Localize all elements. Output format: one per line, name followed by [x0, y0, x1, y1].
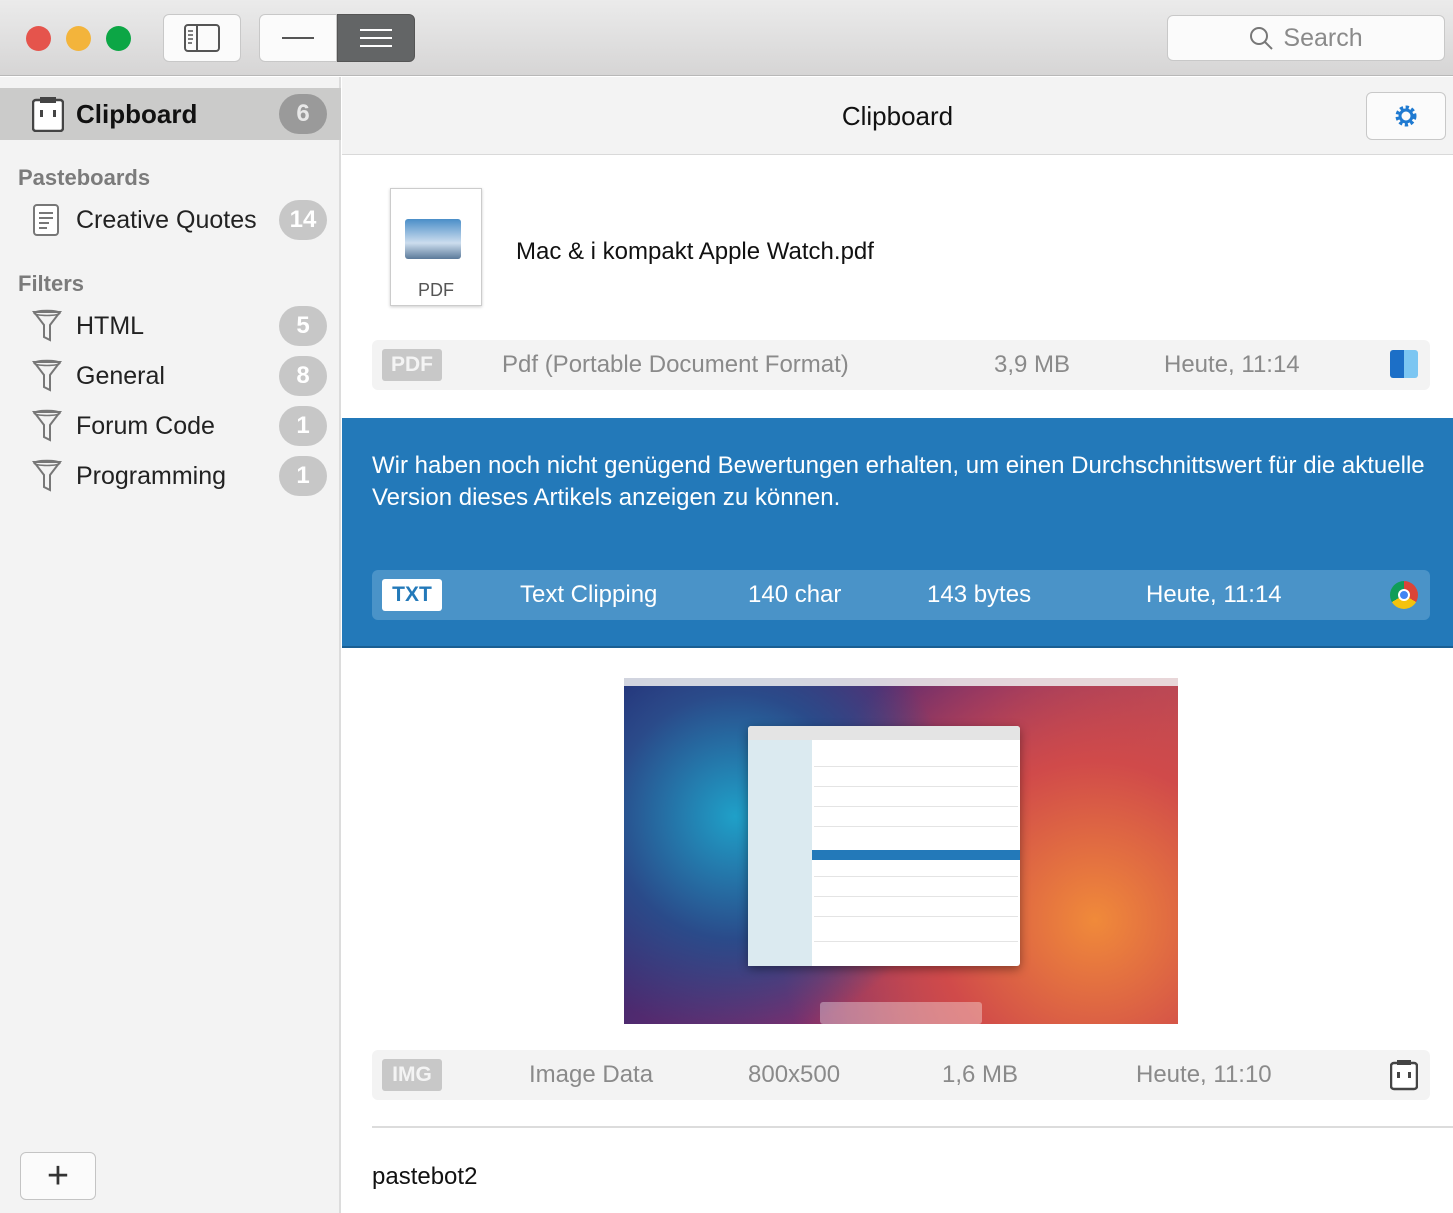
item-time: Heute, 11:14: [1164, 351, 1300, 378]
search-placeholder: Search: [1283, 23, 1363, 52]
sidebar-item-creative-quotes[interactable]: Creative Quotes 14: [0, 195, 341, 245]
item-type: Image Data: [529, 1061, 654, 1088]
sidebar-icon: [184, 24, 220, 52]
gear-icon: [1395, 105, 1417, 127]
settings-button[interactable]: [1366, 92, 1446, 140]
search-field[interactable]: Search: [1167, 15, 1445, 61]
chrome-icon: [1390, 581, 1418, 609]
sidebar-item-label: Forum Code: [76, 411, 215, 440]
sidebar-item-programming[interactable]: Programming 1: [0, 451, 341, 501]
clip-item-pdf[interactable]: PDF Mac & i kompakt Apple Watch.pdf PDF …: [342, 156, 1453, 418]
sidebar-item-html[interactable]: HTML 5: [0, 301, 341, 351]
sidebar: Clipboard 6 Pasteboards Creative Quotes …: [0, 77, 341, 1213]
filter-icon: [32, 459, 62, 492]
item-metadata: TXT Text Clipping 140 char 143 bytes Heu…: [372, 570, 1430, 620]
mini-window: [748, 726, 1020, 966]
search-icon: [1250, 27, 1274, 50]
item-type: Pdf (Portable Document Format): [502, 351, 849, 378]
sidebar-item-label: Programming: [76, 461, 227, 490]
item-size: 1,6 MB: [942, 1061, 1019, 1088]
compact-view-button[interactable]: [259, 14, 337, 62]
count-badge: 1: [279, 406, 327, 446]
sidebar-item-label: Clipboard: [76, 98, 198, 129]
filter-icon: [32, 409, 62, 442]
count-badge: 14: [279, 200, 327, 240]
sidebar-item-label: Creative Quotes: [76, 205, 257, 234]
clip-text: Wir haben noch nicht genügend Bewertunge…: [372, 452, 1425, 511]
count-badge: 1: [279, 456, 327, 496]
item-size: 3,9 MB: [994, 351, 1071, 378]
expanded-view-button[interactable]: [337, 14, 415, 62]
main-header: Clipboard: [342, 77, 1453, 155]
type-tag: IMG: [382, 1059, 442, 1091]
sidebar-item-forum-code[interactable]: Forum Code 1: [0, 401, 341, 451]
pasteboard-icon: [33, 204, 59, 236]
file-type-label: PDF: [418, 280, 454, 300]
file-name: Mac & i kompakt Apple Watch.pdf: [516, 238, 874, 265]
finder-icon: [1390, 350, 1418, 378]
clip-item-text[interactable]: pastebot2: [372, 1163, 477, 1191]
add-pasteboard-button[interactable]: +: [20, 1152, 96, 1200]
list-icon: [360, 29, 392, 47]
item-time: Heute, 11:10: [1136, 1061, 1272, 1088]
page-title: Clipboard: [841, 101, 954, 131]
clipboard-icon: [32, 97, 64, 132]
filters-header: Filters: [18, 271, 85, 296]
count-badge: 8: [279, 356, 327, 396]
dock: [820, 1002, 982, 1024]
screenshot-thumbnail: [624, 678, 1178, 1024]
count-badge: 5: [279, 306, 327, 346]
title-bar: Search: [0, 0, 1453, 76]
sidebar-item-label: HTML: [76, 311, 145, 340]
menu-bar: [624, 678, 1178, 686]
minimize-button[interactable]: [66, 26, 91, 51]
pastebot-icon: [1390, 1060, 1418, 1091]
type-tag: TXT: [382, 579, 442, 611]
divider: [372, 1126, 1453, 1128]
close-button[interactable]: [26, 26, 51, 51]
item-size: 143 bytes: [927, 581, 1032, 608]
item-metadata: IMG Image Data 800x500 1,6 MB Heute, 11:…: [372, 1050, 1430, 1100]
clipboard-list: Clipboard PDF Mac & i kompakt Apple Watc…: [342, 77, 1453, 1213]
item-chars: 140 char: [748, 581, 842, 608]
filter-icon: [32, 359, 62, 392]
item-type: Text Clipping: [520, 581, 658, 608]
clip-item-text-selected[interactable]: Wir haben noch nicht genügend Bewertunge…: [342, 418, 1453, 648]
pasteboards-header: Pasteboards: [18, 165, 151, 190]
line-icon: [282, 37, 314, 39]
toggle-sidebar-button[interactable]: [163, 14, 241, 62]
item-dimensions: 800x500: [748, 1061, 841, 1088]
type-tag: PDF: [382, 349, 442, 381]
count-badge: 6: [279, 94, 327, 134]
zoom-button[interactable]: [106, 26, 131, 51]
pdf-file-icon: PDF: [390, 188, 482, 306]
item-metadata: PDF Pdf (Portable Document Format) 3,9 M…: [372, 340, 1430, 390]
sidebar-item-general[interactable]: General 8: [0, 351, 341, 401]
sidebar-item-label: General: [76, 361, 165, 390]
item-time: Heute, 11:14: [1146, 581, 1282, 608]
sidebar-item-clipboard[interactable]: Clipboard 6: [0, 88, 341, 140]
filter-icon: [32, 309, 62, 342]
